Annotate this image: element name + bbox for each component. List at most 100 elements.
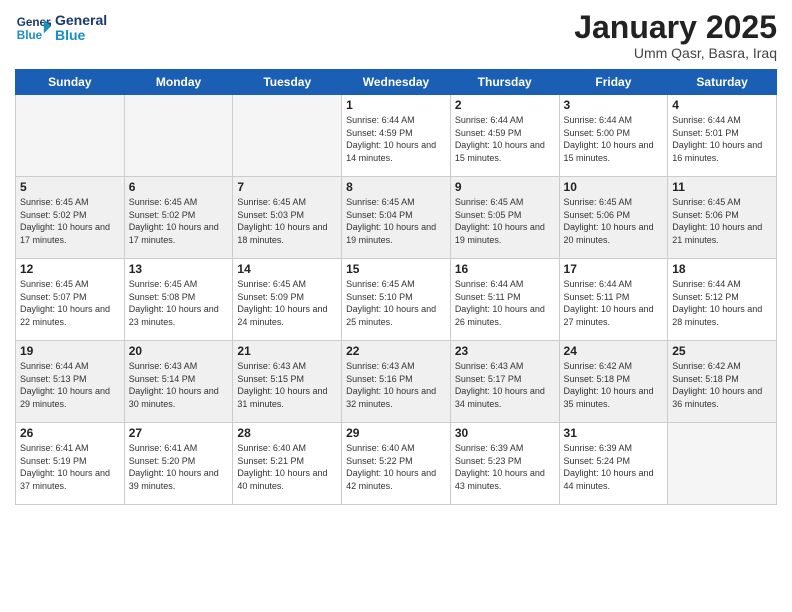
calendar-cell: 21 Sunrise: 6:43 AM Sunset: 5:15 PM Dayl…	[233, 341, 342, 423]
day-info: Sunrise: 6:45 AM Sunset: 5:10 PM Dayligh…	[346, 278, 446, 328]
calendar-cell: 18 Sunrise: 6:44 AM Sunset: 5:12 PM Dayl…	[668, 259, 777, 341]
day-number: 3	[564, 98, 664, 112]
calendar-cell: 31 Sunrise: 6:39 AM Sunset: 5:24 PM Dayl…	[559, 423, 668, 505]
month-title: January 2025	[574, 10, 777, 45]
calendar-week-3: 19 Sunrise: 6:44 AM Sunset: 5:13 PM Dayl…	[16, 341, 777, 423]
calendar-cell: 30 Sunrise: 6:39 AM Sunset: 5:23 PM Dayl…	[450, 423, 559, 505]
day-number: 4	[672, 98, 772, 112]
day-info: Sunrise: 6:45 AM Sunset: 5:03 PM Dayligh…	[237, 196, 337, 246]
logo-icon: General Blue	[15, 10, 51, 46]
day-number: 14	[237, 262, 337, 276]
calendar-cell	[668, 423, 777, 505]
calendar-cell: 28 Sunrise: 6:40 AM Sunset: 5:21 PM Dayl…	[233, 423, 342, 505]
day-number: 8	[346, 180, 446, 194]
day-info: Sunrise: 6:44 AM Sunset: 4:59 PM Dayligh…	[455, 114, 555, 164]
calendar-week-2: 12 Sunrise: 6:45 AM Sunset: 5:07 PM Dayl…	[16, 259, 777, 341]
day-info: Sunrise: 6:45 AM Sunset: 5:06 PM Dayligh…	[564, 196, 664, 246]
calendar-cell: 11 Sunrise: 6:45 AM Sunset: 5:06 PM Dayl…	[668, 177, 777, 259]
calendar-cell: 17 Sunrise: 6:44 AM Sunset: 5:11 PM Dayl…	[559, 259, 668, 341]
day-info: Sunrise: 6:44 AM Sunset: 4:59 PM Dayligh…	[346, 114, 446, 164]
logo-text-line1: General	[55, 13, 107, 28]
col-monday: Monday	[124, 70, 233, 95]
day-number: 1	[346, 98, 446, 112]
calendar-cell: 22 Sunrise: 6:43 AM Sunset: 5:16 PM Dayl…	[342, 341, 451, 423]
day-info: Sunrise: 6:44 AM Sunset: 5:01 PM Dayligh…	[672, 114, 772, 164]
calendar-cell: 6 Sunrise: 6:45 AM Sunset: 5:02 PM Dayli…	[124, 177, 233, 259]
col-sunday: Sunday	[16, 70, 125, 95]
day-number: 28	[237, 426, 337, 440]
day-number: 29	[346, 426, 446, 440]
calendar-cell: 16 Sunrise: 6:44 AM Sunset: 5:11 PM Dayl…	[450, 259, 559, 341]
day-number: 2	[455, 98, 555, 112]
calendar-cell: 15 Sunrise: 6:45 AM Sunset: 5:10 PM Dayl…	[342, 259, 451, 341]
day-number: 24	[564, 344, 664, 358]
day-number: 10	[564, 180, 664, 194]
day-info: Sunrise: 6:42 AM Sunset: 5:18 PM Dayligh…	[564, 360, 664, 410]
calendar-week-1: 5 Sunrise: 6:45 AM Sunset: 5:02 PM Dayli…	[16, 177, 777, 259]
day-number: 12	[20, 262, 120, 276]
day-number: 9	[455, 180, 555, 194]
day-info: Sunrise: 6:43 AM Sunset: 5:17 PM Dayligh…	[455, 360, 555, 410]
day-info: Sunrise: 6:44 AM Sunset: 5:12 PM Dayligh…	[672, 278, 772, 328]
calendar-cell: 26 Sunrise: 6:41 AM Sunset: 5:19 PM Dayl…	[16, 423, 125, 505]
logo-text-line2: Blue	[55, 28, 107, 43]
calendar-cell: 27 Sunrise: 6:41 AM Sunset: 5:20 PM Dayl…	[124, 423, 233, 505]
day-number: 13	[129, 262, 229, 276]
svg-text:Blue: Blue	[17, 29, 43, 42]
calendar-cell: 4 Sunrise: 6:44 AM Sunset: 5:01 PM Dayli…	[668, 95, 777, 177]
col-saturday: Saturday	[668, 70, 777, 95]
calendar-cell: 12 Sunrise: 6:45 AM Sunset: 5:07 PM Dayl…	[16, 259, 125, 341]
day-number: 6	[129, 180, 229, 194]
calendar-cell	[233, 95, 342, 177]
day-number: 18	[672, 262, 772, 276]
day-info: Sunrise: 6:45 AM Sunset: 5:02 PM Dayligh…	[20, 196, 120, 246]
day-number: 11	[672, 180, 772, 194]
day-info: Sunrise: 6:45 AM Sunset: 5:08 PM Dayligh…	[129, 278, 229, 328]
day-info: Sunrise: 6:41 AM Sunset: 5:19 PM Dayligh…	[20, 442, 120, 492]
calendar-cell: 3 Sunrise: 6:44 AM Sunset: 5:00 PM Dayli…	[559, 95, 668, 177]
day-number: 22	[346, 344, 446, 358]
calendar-cell: 14 Sunrise: 6:45 AM Sunset: 5:09 PM Dayl…	[233, 259, 342, 341]
calendar-cell: 13 Sunrise: 6:45 AM Sunset: 5:08 PM Dayl…	[124, 259, 233, 341]
title-area: January 2025 Umm Qasr, Basra, Iraq	[574, 10, 777, 61]
day-number: 5	[20, 180, 120, 194]
day-number: 21	[237, 344, 337, 358]
day-info: Sunrise: 6:41 AM Sunset: 5:20 PM Dayligh…	[129, 442, 229, 492]
calendar-table: Sunday Monday Tuesday Wednesday Thursday…	[15, 69, 777, 505]
calendar-cell: 20 Sunrise: 6:43 AM Sunset: 5:14 PM Dayl…	[124, 341, 233, 423]
day-info: Sunrise: 6:45 AM Sunset: 5:04 PM Dayligh…	[346, 196, 446, 246]
col-thursday: Thursday	[450, 70, 559, 95]
day-info: Sunrise: 6:39 AM Sunset: 5:23 PM Dayligh…	[455, 442, 555, 492]
page-container: General Blue General Blue January 2025 U…	[0, 0, 792, 515]
day-info: Sunrise: 6:45 AM Sunset: 5:07 PM Dayligh…	[20, 278, 120, 328]
calendar-cell: 29 Sunrise: 6:40 AM Sunset: 5:22 PM Dayl…	[342, 423, 451, 505]
location: Umm Qasr, Basra, Iraq	[574, 45, 777, 61]
day-number: 31	[564, 426, 664, 440]
day-info: Sunrise: 6:44 AM Sunset: 5:13 PM Dayligh…	[20, 360, 120, 410]
calendar-week-4: 26 Sunrise: 6:41 AM Sunset: 5:19 PM Dayl…	[16, 423, 777, 505]
col-friday: Friday	[559, 70, 668, 95]
day-number: 26	[20, 426, 120, 440]
day-info: Sunrise: 6:45 AM Sunset: 5:09 PM Dayligh…	[237, 278, 337, 328]
calendar-cell: 8 Sunrise: 6:45 AM Sunset: 5:04 PM Dayli…	[342, 177, 451, 259]
day-number: 16	[455, 262, 555, 276]
calendar-cell: 24 Sunrise: 6:42 AM Sunset: 5:18 PM Dayl…	[559, 341, 668, 423]
day-info: Sunrise: 6:42 AM Sunset: 5:18 PM Dayligh…	[672, 360, 772, 410]
day-info: Sunrise: 6:43 AM Sunset: 5:16 PM Dayligh…	[346, 360, 446, 410]
header-row: Sunday Monday Tuesday Wednesday Thursday…	[16, 70, 777, 95]
calendar-cell: 9 Sunrise: 6:45 AM Sunset: 5:05 PM Dayli…	[450, 177, 559, 259]
calendar-cell: 25 Sunrise: 6:42 AM Sunset: 5:18 PM Dayl…	[668, 341, 777, 423]
logo: General Blue General Blue	[15, 10, 107, 46]
day-info: Sunrise: 6:43 AM Sunset: 5:15 PM Dayligh…	[237, 360, 337, 410]
day-number: 25	[672, 344, 772, 358]
day-info: Sunrise: 6:43 AM Sunset: 5:14 PM Dayligh…	[129, 360, 229, 410]
header: General Blue General Blue January 2025 U…	[15, 10, 777, 61]
day-info: Sunrise: 6:45 AM Sunset: 5:06 PM Dayligh…	[672, 196, 772, 246]
day-number: 7	[237, 180, 337, 194]
calendar-cell: 1 Sunrise: 6:44 AM Sunset: 4:59 PM Dayli…	[342, 95, 451, 177]
day-info: Sunrise: 6:45 AM Sunset: 5:02 PM Dayligh…	[129, 196, 229, 246]
day-number: 19	[20, 344, 120, 358]
day-number: 27	[129, 426, 229, 440]
calendar-week-0: 1 Sunrise: 6:44 AM Sunset: 4:59 PM Dayli…	[16, 95, 777, 177]
day-number: 23	[455, 344, 555, 358]
